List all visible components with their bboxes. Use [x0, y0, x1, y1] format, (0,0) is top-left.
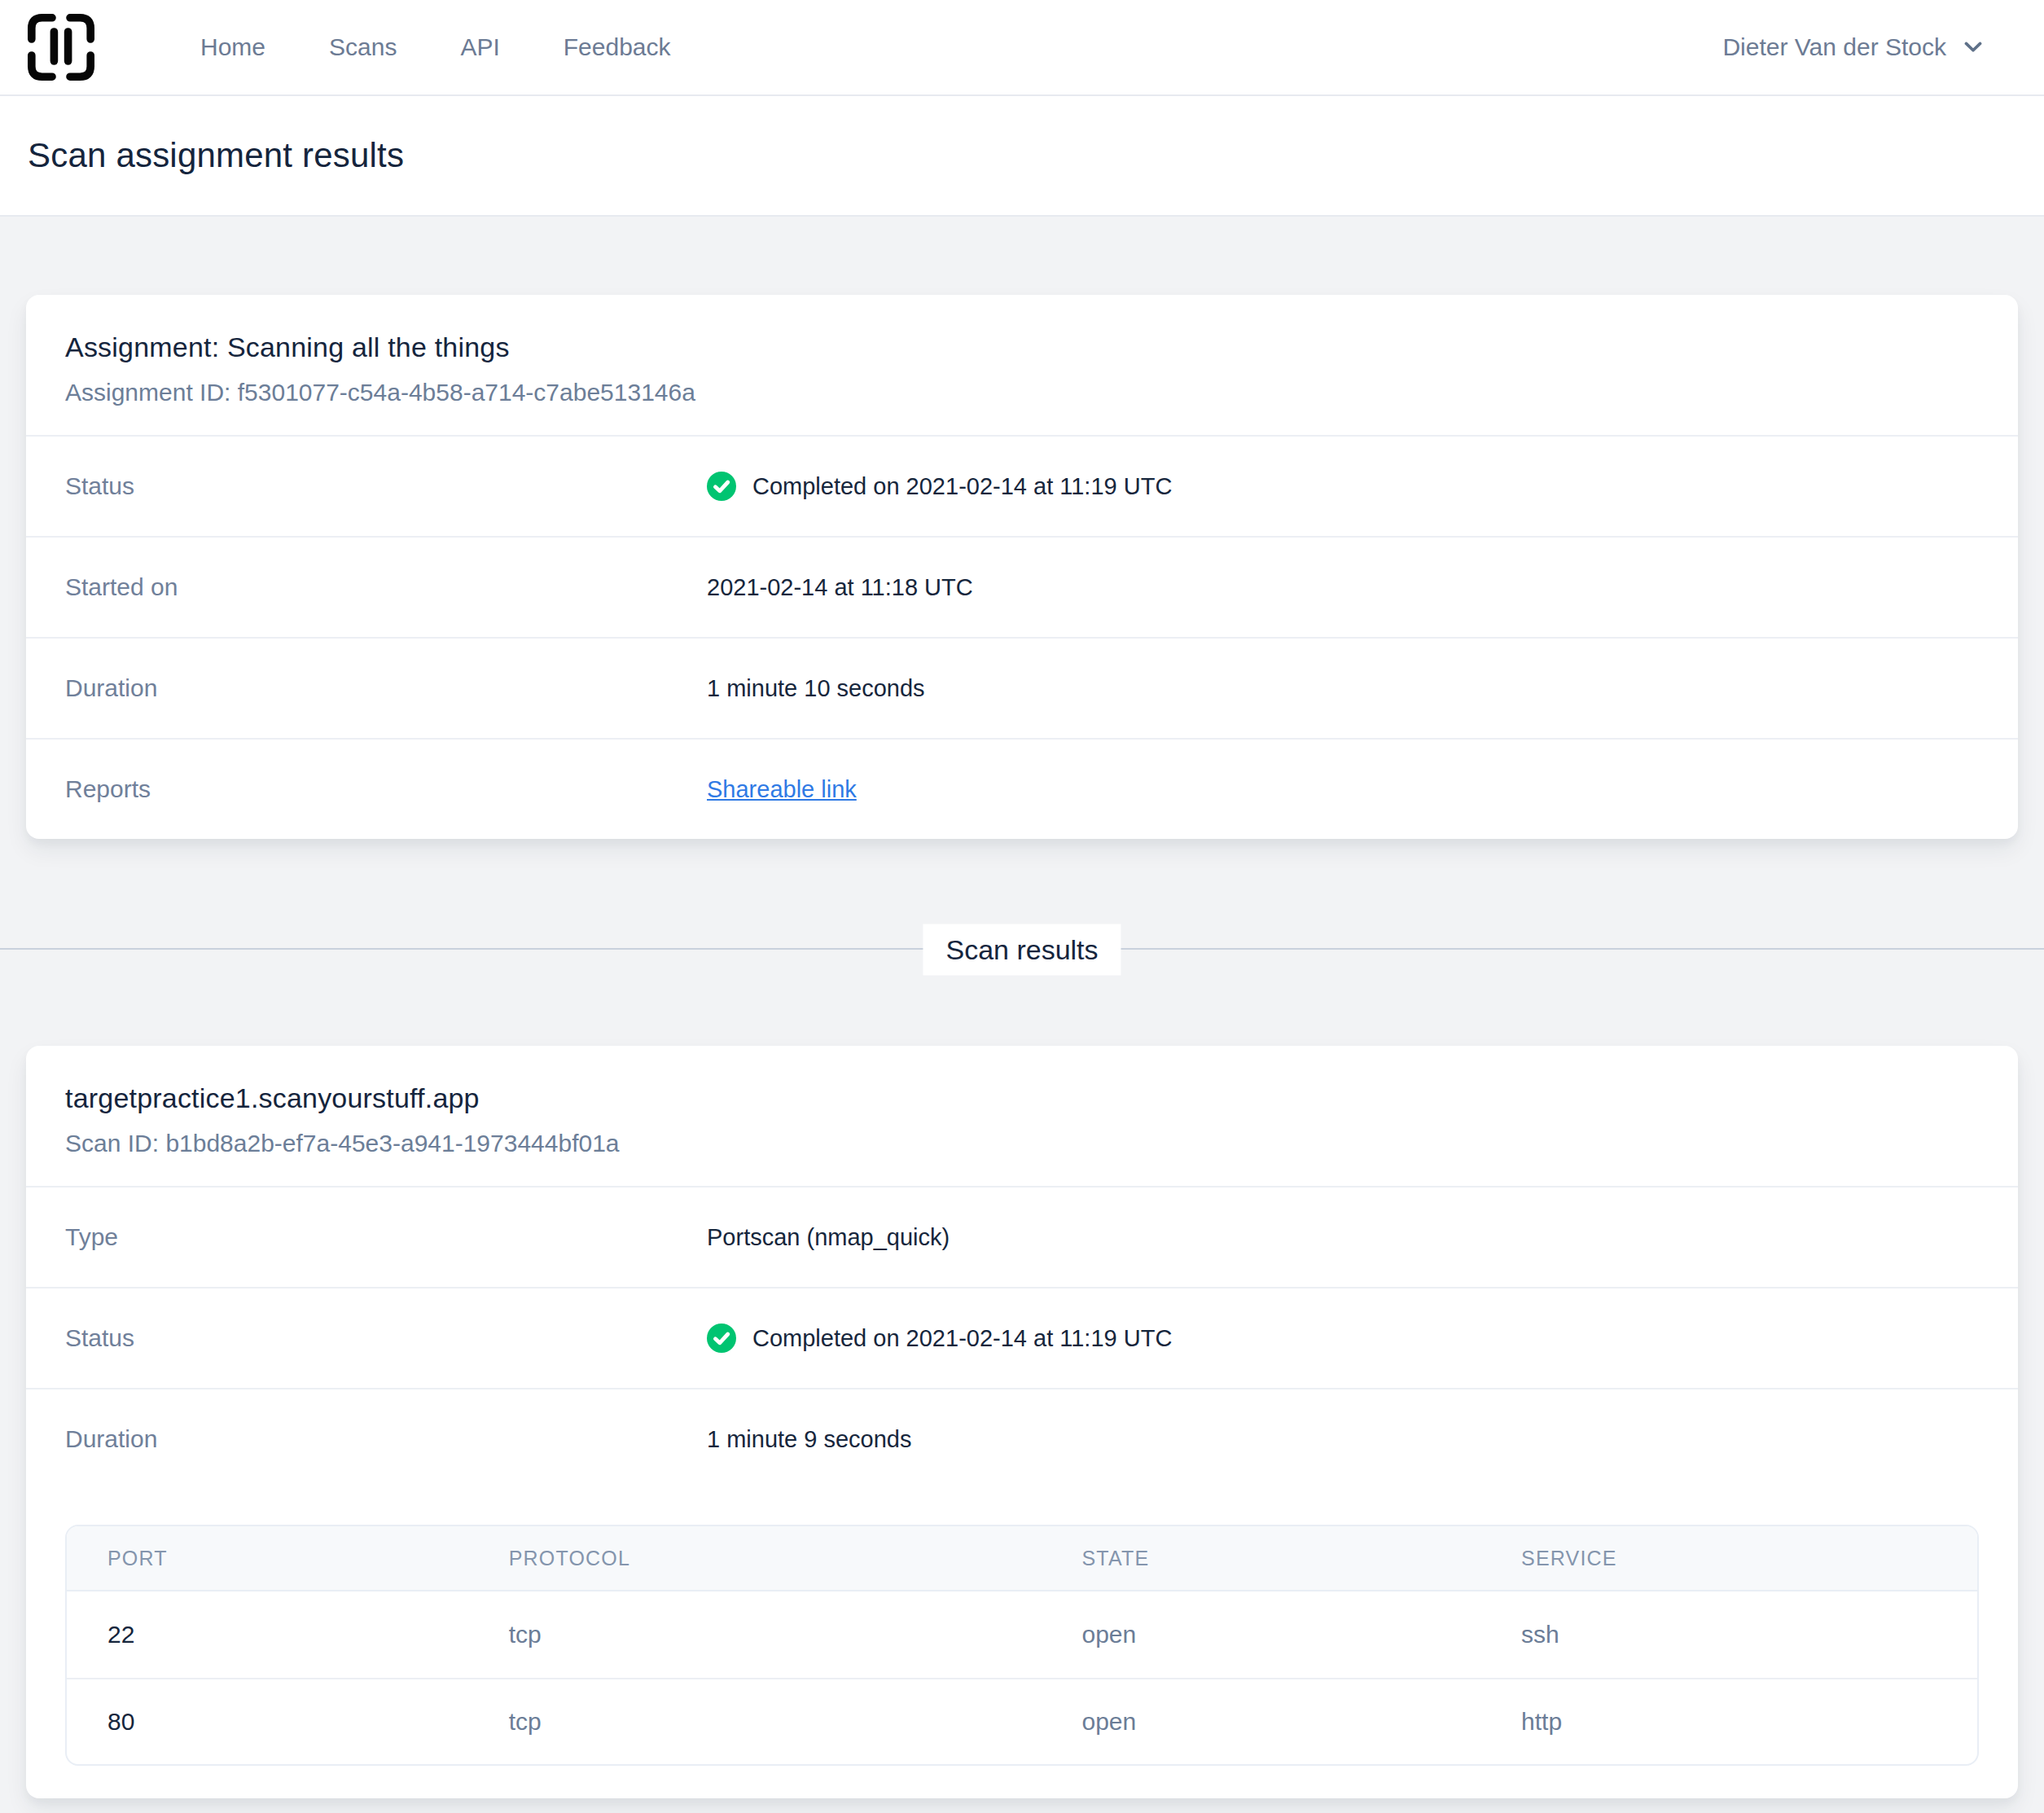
nav-link-home[interactable]: Home — [200, 33, 265, 61]
scan-results-divider: Scan results — [0, 948, 2044, 950]
navbar: Home Scans API Feedback Dieter Van der S… — [0, 0, 2044, 96]
col-header-port: PORT — [67, 1526, 468, 1591]
cell-port: 22 — [67, 1591, 468, 1678]
table-row: 22 tcp open ssh — [67, 1591, 1977, 1678]
shareable-link[interactable]: Shareable link — [707, 776, 857, 803]
scan-card-header: targetpractice1.scanyourstuff.app Scan I… — [26, 1046, 2018, 1186]
page-title: Scan assignment results — [28, 136, 404, 175]
scan-id: Scan ID: b1bd8a2b-ef7a-45e3-a941-1973444… — [65, 1126, 1979, 1161]
cell-service: http — [1480, 1678, 1977, 1764]
started-on-value: 2021-02-14 at 11:18 UTC — [707, 574, 973, 601]
reports-label: Reports — [65, 775, 707, 803]
chevron-down-icon — [1964, 42, 1982, 53]
scan-brackets-logo-icon — [26, 12, 96, 82]
assignment-started-row: Started on 2021-02-14 at 11:18 UTC — [26, 536, 2018, 637]
col-header-state: STATE — [1041, 1526, 1480, 1591]
assignment-status-row: Status Completed on 2021-02-14 at 11:19 … — [26, 435, 2018, 536]
cell-protocol: tcp — [468, 1591, 1042, 1678]
cell-port: 80 — [67, 1678, 468, 1764]
nav-link-scans[interactable]: Scans — [329, 33, 397, 61]
user-name: Dieter Van der Stock — [1722, 33, 1946, 61]
ports-table: PORT PROTOCOL STATE SERVICE 22 tcp open — [65, 1525, 1979, 1766]
scan-results-table-section: PORT PROTOCOL STATE SERVICE 22 tcp open — [26, 1489, 2018, 1798]
assignment-card: Assignment: Scanning all the things Assi… — [26, 295, 2018, 839]
scan-type-row: Type Portscan (nmap_quick) — [26, 1186, 2018, 1287]
started-on-label: Started on — [65, 573, 707, 601]
scan-results-divider-label: Scan results — [923, 924, 1121, 976]
col-header-service: SERVICE — [1480, 1526, 1977, 1591]
assignment-id: Assignment ID: f5301077-c54a-4b58-a714-c… — [65, 375, 1979, 410]
cell-state: open — [1041, 1678, 1480, 1764]
cell-protocol: tcp — [468, 1678, 1042, 1764]
nav-links: Home Scans API Feedback — [200, 33, 671, 61]
duration-label: Duration — [65, 674, 707, 702]
scan-duration-row: Duration 1 minute 9 seconds — [26, 1388, 2018, 1489]
check-circle-icon — [707, 472, 736, 501]
type-value: Portscan (nmap_quick) — [707, 1224, 950, 1251]
duration-value: 1 minute 10 seconds — [707, 675, 925, 702]
table-row: 80 tcp open http — [67, 1678, 1977, 1764]
scan-target: targetpractice1.scanyourstuff.app — [65, 1078, 1979, 1117]
user-menu[interactable]: Dieter Van der Stock — [1722, 33, 1982, 61]
assignment-card-header: Assignment: Scanning all the things Assi… — [26, 295, 2018, 435]
scan-duration-value: 1 minute 9 seconds — [707, 1426, 911, 1453]
type-label: Type — [65, 1223, 707, 1251]
cell-service: ssh — [1480, 1591, 1977, 1678]
check-circle-icon — [707, 1324, 736, 1353]
assignment-title: Assignment: Scanning all the things — [65, 327, 1979, 367]
assignment-duration-row: Duration 1 minute 10 seconds — [26, 637, 2018, 738]
assignment-reports-row: Reports Shareable link — [26, 738, 2018, 839]
scan-status-label: Status — [65, 1324, 707, 1352]
status-value: Completed on 2021-02-14 at 11:19 UTC — [707, 472, 1172, 501]
cell-state: open — [1041, 1591, 1480, 1678]
brand-logo[interactable] — [26, 11, 98, 83]
status-text: Completed on 2021-02-14 at 11:19 UTC — [752, 473, 1172, 500]
scan-duration-label: Duration — [65, 1425, 707, 1453]
scan-status-row: Status Completed on 2021-02-14 at 11:19 … — [26, 1287, 2018, 1388]
scan-card: targetpractice1.scanyourstuff.app Scan I… — [26, 1046, 2018, 1798]
nav-link-feedback[interactable]: Feedback — [564, 33, 671, 61]
table-header-row: PORT PROTOCOL STATE SERVICE — [67, 1526, 1977, 1591]
main-content: Assignment: Scanning all the things Assi… — [0, 217, 2044, 1798]
scan-status-value: Completed on 2021-02-14 at 11:19 UTC — [707, 1324, 1172, 1353]
col-header-protocol: PROTOCOL — [468, 1526, 1042, 1591]
page-header: Scan assignment results — [0, 96, 2044, 217]
nav-link-api[interactable]: API — [460, 33, 499, 61]
status-label: Status — [65, 472, 707, 500]
scan-status-text: Completed on 2021-02-14 at 11:19 UTC — [752, 1325, 1172, 1352]
